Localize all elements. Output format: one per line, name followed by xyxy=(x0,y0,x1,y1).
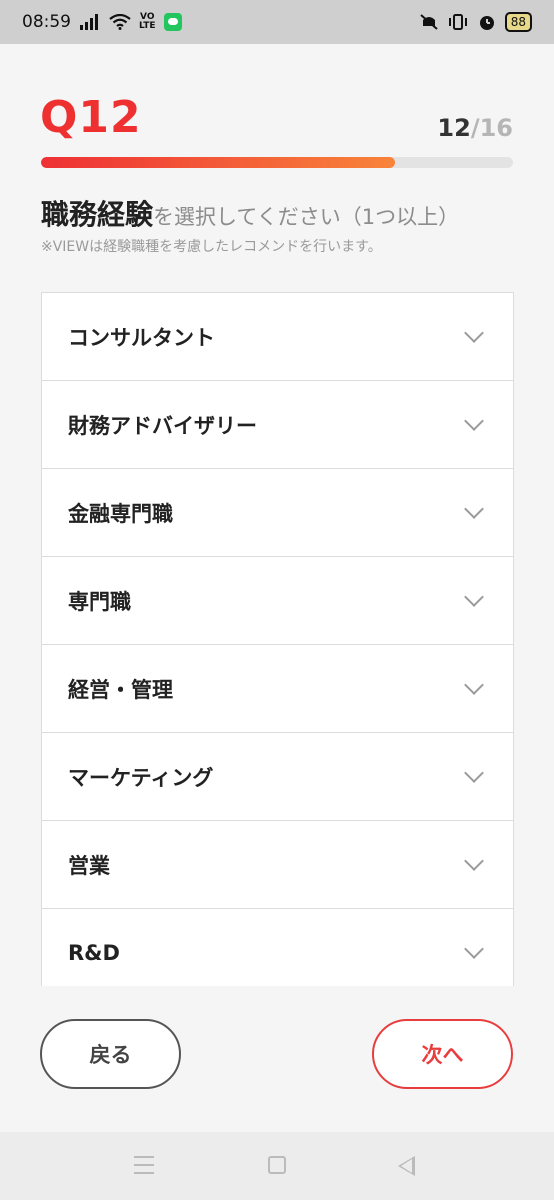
question-number: Q12 xyxy=(40,92,142,143)
menu-icon[interactable] xyxy=(134,1156,154,1174)
category-item[interactable]: R&D xyxy=(42,909,513,986)
category-item[interactable]: 経営・管理 xyxy=(42,645,513,733)
category-label: 営業 xyxy=(68,853,110,878)
next-button[interactable]: 次へ xyxy=(372,1019,513,1089)
chevron-down-icon[interactable] xyxy=(464,938,484,959)
category-item[interactable]: 営業 xyxy=(42,821,513,909)
category-label: 専門職 xyxy=(68,589,131,614)
volte-bottom: LTE xyxy=(139,21,156,31)
battery-indicator: 88 xyxy=(504,12,532,32)
instruction: 職務経験を選択してください（1つ以上） xyxy=(41,193,459,233)
chevron-down-icon[interactable] xyxy=(464,322,484,343)
back-button[interactable]: 戻る xyxy=(40,1019,181,1089)
progress-bar xyxy=(41,157,513,168)
status-left: 08:59 VO LTE xyxy=(22,12,182,32)
category-label: 金融専門職 xyxy=(68,501,173,526)
category-item[interactable]: 専門職 xyxy=(42,557,513,645)
category-item[interactable]: 金融専門職 xyxy=(42,469,513,557)
chevron-down-icon[interactable] xyxy=(464,410,484,431)
progress-fill xyxy=(41,157,395,168)
category-label: 財務アドバイザリー xyxy=(68,413,257,438)
wifi-icon xyxy=(109,14,131,30)
category-item[interactable]: 財務アドバイザリー xyxy=(42,381,513,469)
instruction-rest: を選択してください（1つ以上） xyxy=(153,205,460,229)
system-nav-bar xyxy=(0,1132,554,1200)
back-triangle-icon[interactable] xyxy=(398,1156,415,1176)
status-right: 88 xyxy=(419,12,532,32)
progress-separator: / xyxy=(470,114,480,142)
instruction-strong: 職務経験 xyxy=(41,198,154,231)
home-icon[interactable] xyxy=(268,1156,286,1174)
category-label: マーケティング xyxy=(68,765,214,790)
line-app-icon xyxy=(163,13,182,31)
chevron-down-icon[interactable] xyxy=(464,674,484,695)
progress-counter: 12/16 xyxy=(437,114,513,142)
chevron-down-icon[interactable] xyxy=(464,850,484,871)
chevron-down-icon[interactable] xyxy=(464,762,484,783)
alarm-icon xyxy=(477,12,497,32)
status-bar: 08:59 VO LTE 88 xyxy=(0,0,554,44)
category-label: R&D xyxy=(68,940,120,965)
category-item[interactable]: コンサルタント xyxy=(42,293,513,381)
signal-icon xyxy=(79,14,101,30)
progress-total: 16 xyxy=(479,114,513,142)
progress-current: 12 xyxy=(437,114,471,142)
vibrate-icon xyxy=(447,13,469,31)
category-item[interactable]: マーケティング xyxy=(42,733,513,821)
category-label: 経営・管理 xyxy=(68,677,173,702)
mute-vibrate-icon xyxy=(419,13,439,31)
category-list: コンサルタント財務アドバイザリー 金融専門職専門職経営・管理マーケティング 営業 R&… xyxy=(41,292,514,986)
chevron-down-icon[interactable] xyxy=(464,586,484,607)
category-label: コンサルタント xyxy=(68,325,215,350)
chevron-down-icon[interactable] xyxy=(464,498,484,519)
volte-icon: VO LTE xyxy=(139,13,156,31)
status-time: 08:59 xyxy=(22,12,71,32)
recommend-note: ※VIEWは経験職種を考慮したレコメンドを行います。 xyxy=(41,239,382,255)
